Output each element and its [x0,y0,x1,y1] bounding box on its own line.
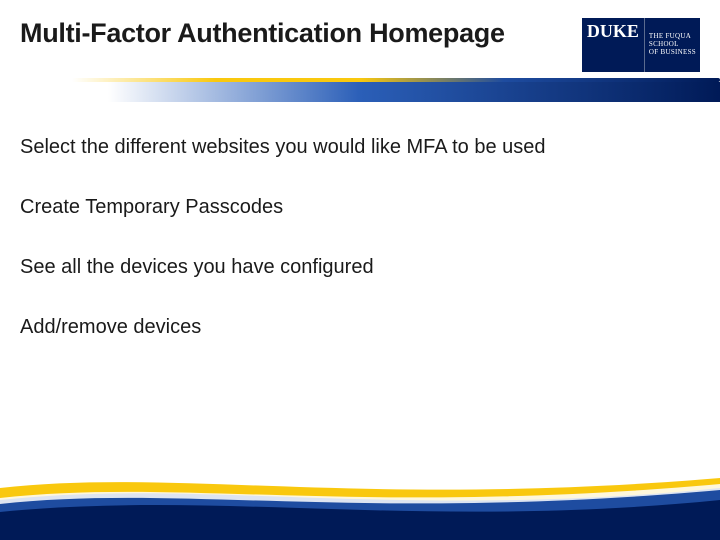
footer-decorative-wave [0,460,720,540]
logo-duke-text: DUKE [582,18,644,72]
logo-fuqua-text: THE FUQUA SCHOOL OF BUSINESS [644,18,700,72]
bullet-item: Add/remove devices [20,314,700,340]
duke-fuqua-logo: DUKE THE FUQUA SCHOOL OF BUSINESS [582,18,700,72]
page-title: Multi-Factor Authentication Homepage [20,18,505,49]
bullet-item: Create Temporary Passcodes [20,194,700,220]
slide-body: Select the different websites you would … [0,104,720,340]
slide-header: Multi-Factor Authentication Homepage DUK… [0,0,720,78]
bullet-item: See all the devices you have configured [20,254,700,280]
logo-fuqua-line3: OF BUSINESS [649,49,696,57]
bullet-item: Select the different websites you would … [20,134,700,160]
header-decorative-stripe [0,78,720,104]
